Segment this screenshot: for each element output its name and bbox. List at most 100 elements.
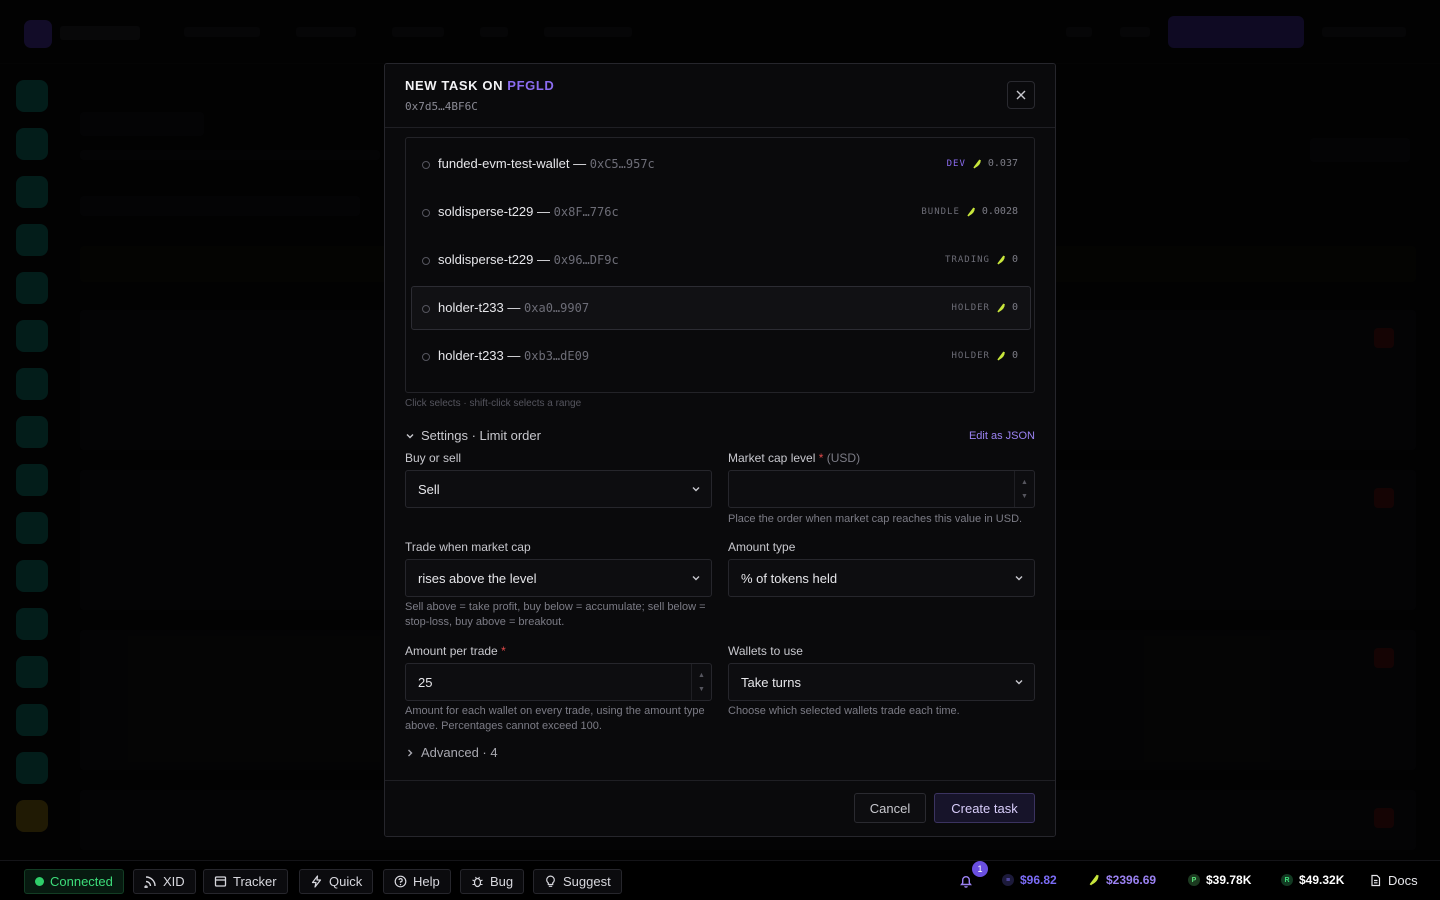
increment-icon[interactable]: ▲ (1021, 479, 1028, 486)
buy-or-sell-select[interactable]: Sell (405, 470, 712, 508)
feather-icon (997, 351, 1005, 360)
advanced-label: Advanced · 4 (421, 745, 498, 760)
trade-when-label: Trade when market cap (405, 540, 531, 554)
quick-button[interactable]: Quick (299, 869, 374, 894)
wallet-radio[interactable] (422, 209, 430, 217)
wallet-radio[interactable] (422, 353, 430, 361)
decrement-icon[interactable]: ▼ (698, 686, 705, 693)
connection-label: Connected (50, 874, 113, 889)
amount-per-trade-input[interactable]: 25 ▲ ▼ (405, 663, 712, 701)
new-task-modal: NEW TASK ON PFGLD 0x7d5…4BF6C funded-evm… (384, 63, 1056, 837)
amount-per-trade-help: Amount for each wallet on every trade, u… (405, 705, 705, 732)
pump-coin-icon: P (1188, 874, 1200, 886)
suggest-label: Suggest (563, 874, 611, 889)
cancel-button[interactable]: Cancel (854, 793, 926, 823)
lightbulb-icon (546, 875, 555, 887)
feather-icon (997, 255, 1005, 264)
amount-type-select[interactable]: % of tokens held (728, 559, 1035, 597)
connection-status[interactable]: Connected (24, 869, 124, 894)
wallet-meta: HOLDER 0 (951, 302, 1018, 313)
xid-button[interactable]: XID (133, 869, 196, 894)
trade-when-select[interactable]: rises above the level (405, 559, 712, 597)
wallet-label: funded-evm-test-wallet — 0xC5…957c (438, 156, 655, 171)
wallet-list[interactable]: funded-evm-test-wallet — 0xC5…957c DEV 0… (405, 137, 1035, 393)
feather-icon (997, 303, 1005, 312)
number-stepper[interactable]: ▲ ▼ (691, 664, 711, 700)
market-cap-input[interactable]: ▲ ▼ (728, 470, 1035, 508)
wallet-meta: TRADING 0 (945, 254, 1018, 265)
decrement-icon[interactable]: ▼ (1021, 493, 1028, 500)
buy-or-sell-value: Sell (418, 482, 440, 497)
settings-header: Settings · Limit order (421, 428, 541, 443)
wallet-row[interactable]: soldisperse-t229 — 0x8F…776c BUNDLE 0.00… (411, 190, 1031, 234)
wallet-row[interactable]: soldisperse-t229 — 0x96…DF9c TRADING 0 (411, 238, 1031, 282)
wallet-balance: 0.037 (987, 158, 1018, 169)
notifications-button[interactable] (958, 873, 976, 891)
wallet-balance: 0 (1011, 302, 1018, 313)
price-ticker-3: P $39.78K (1188, 873, 1251, 887)
edit-as-json-link[interactable]: Edit as JSON (969, 430, 1035, 442)
help-circle-icon (394, 875, 407, 888)
amount-per-trade-value: 25 (418, 675, 433, 690)
notification-count-badge: 1 (972, 861, 988, 877)
trade-when-value: rises above the level (418, 571, 537, 586)
wallet-row[interactable]: funded-evm-test-wallet — 0xC5…957c DEV 0… (411, 142, 1031, 186)
settings-toggle[interactable]: Settings · Limit order (405, 428, 541, 443)
wallet-tag: BUNDLE (921, 206, 960, 217)
wallet-label: holder-t233 — 0xb3…dE09 (438, 348, 590, 363)
wallet-label: soldisperse-t229 — 0x8F…776c (438, 204, 619, 219)
modal-title-prefix: NEW TASK ON (405, 78, 504, 93)
wallet-tag: TRADING (945, 254, 990, 265)
tracker-label: Tracker (233, 874, 277, 889)
modal-body[interactable]: funded-evm-test-wallet — 0xC5…957c DEV 0… (385, 128, 1055, 781)
market-cap-label: Market cap level * (USD) (728, 451, 861, 465)
price-value: $39.78K (1206, 873, 1252, 887)
wallet-tag: HOLDER (951, 302, 990, 313)
wallet-label: holder-t233 — 0xa0…9907 (438, 300, 590, 315)
xid-label: XID (163, 874, 185, 889)
feather-icon (967, 207, 975, 216)
bell-icon (960, 876, 972, 888)
close-button[interactable] (1007, 81, 1035, 109)
advanced-toggle[interactable]: Advanced · 4 (405, 745, 498, 760)
wallet-meta: BUNDLE 0.0028 (921, 206, 1018, 217)
modal-header: NEW TASK ON PFGLD 0x7d5…4BF6C (385, 64, 1055, 128)
quick-label: Quick (329, 874, 363, 889)
wallet-balance: 0 (1011, 254, 1018, 265)
bug-label: Bug (490, 874, 514, 889)
tracker-button[interactable]: Tracker (203, 869, 288, 894)
window-icon (214, 876, 227, 887)
status-bar: Connected XID Tracker Quick Help Bug Sug… (0, 860, 1440, 900)
market-cap-help: Place the order when market cap reaches … (728, 513, 1023, 525)
trade-when-help: Sell above = take profit, buy below = ac… (405, 601, 706, 628)
price-ticker-2: $2396.69 (1088, 873, 1156, 887)
wallets-to-use-select[interactable]: Take turns (728, 663, 1035, 701)
suggest-button[interactable]: Suggest (533, 869, 622, 894)
wallet-tag: DEV (946, 158, 966, 169)
price-value: $49.32K (1299, 873, 1345, 887)
wallet-row[interactable]: holder-t233 — 0xb3…dE09 HOLDER 0 (411, 334, 1031, 378)
increment-icon[interactable]: ▲ (698, 672, 705, 679)
create-task-button[interactable]: Create task (934, 793, 1035, 823)
wallet-row[interactable]: holder-t233 — 0xa0…9907 HOLDER 0 (411, 286, 1031, 330)
modal-footer: Cancel Create task (385, 780, 1055, 836)
price-value: $2396.69 (1106, 873, 1157, 887)
wallet-label: soldisperse-t229 — 0x96…DF9c (438, 252, 619, 267)
price-value: $96.82 (1020, 873, 1057, 887)
bug-button[interactable]: Bug (460, 869, 525, 894)
lightning-icon (311, 875, 322, 888)
amount-type-value: % of tokens held (741, 571, 838, 586)
help-label: Help (413, 874, 440, 889)
amount-type-label: Amount type (728, 540, 796, 554)
number-stepper[interactable]: ▲ ▼ (1014, 471, 1034, 507)
buy-or-sell-label: Buy or sell (405, 451, 462, 465)
chevron-down-icon (692, 487, 700, 492)
wallet-radio[interactable] (422, 305, 430, 313)
wallet-tag: HOLDER (951, 350, 990, 361)
chevron-right-icon (408, 749, 413, 756)
wallet-radio[interactable] (422, 161, 430, 169)
docs-link[interactable]: Docs (1369, 873, 1418, 888)
help-button[interactable]: Help (383, 869, 451, 894)
wallet-meta: HOLDER 0 (951, 350, 1018, 361)
wallet-radio[interactable] (422, 257, 430, 265)
